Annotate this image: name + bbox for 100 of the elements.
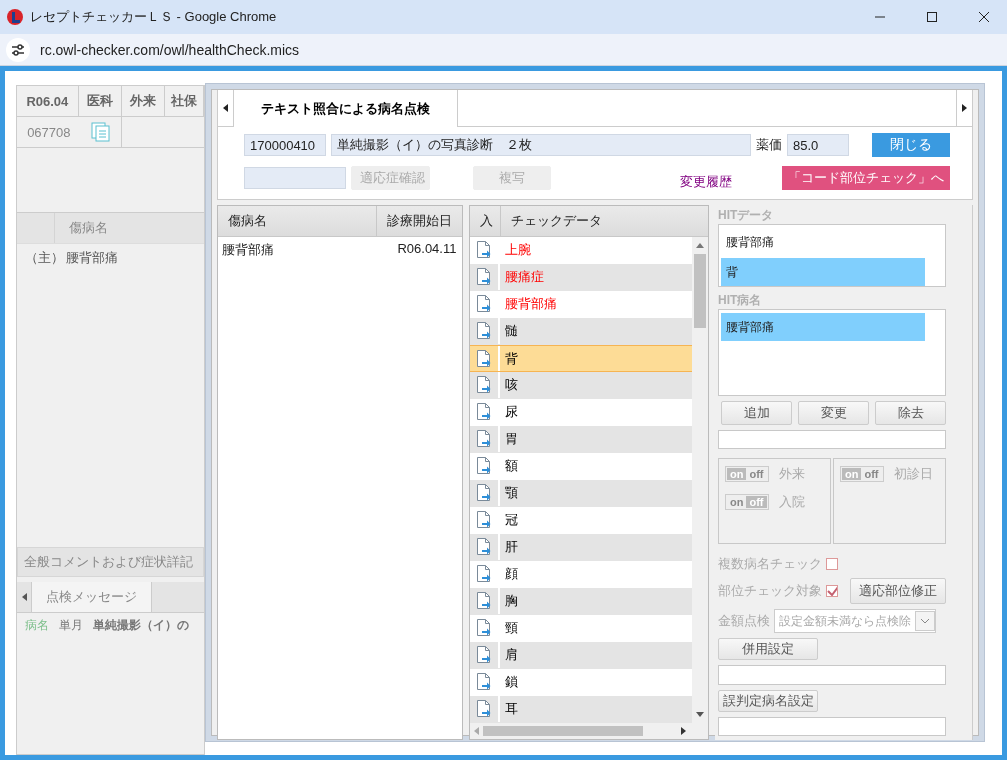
header-cell: 医科 xyxy=(78,86,122,116)
document-arrow-icon[interactable] xyxy=(476,592,493,610)
check-term: 肝 xyxy=(504,538,519,556)
maximize-icon xyxy=(926,11,938,23)
check-term: 腰痛症 xyxy=(504,268,545,286)
document-arrow-icon[interactable] xyxy=(476,268,493,286)
list-row[interactable]: 尿 xyxy=(470,399,692,426)
document-arrow-icon[interactable] xyxy=(476,295,493,313)
column-header: チェックデータ xyxy=(510,212,604,230)
code-site-check-button[interactable]: 「コード部位チェック」へ xyxy=(782,166,950,190)
section-label: HIT病名 xyxy=(718,292,763,309)
site-settings-icon[interactable] xyxy=(6,37,30,62)
checkbox[interactable] xyxy=(826,558,838,571)
check-term: 胃 xyxy=(504,430,519,448)
scrollbar-thumb[interactable] xyxy=(694,254,706,328)
header-cell: R06.04 xyxy=(17,86,79,116)
scrollbar-thumb[interactable] xyxy=(483,726,644,736)
checkbox-label: 部位チェック対象 xyxy=(718,582,822,601)
close-icon xyxy=(978,11,990,23)
edit-button[interactable]: 追加 xyxy=(721,400,792,425)
combined-use-button[interactable]: 併用設定 xyxy=(718,638,818,661)
list-row[interactable]: 咳 xyxy=(470,372,692,399)
check-term: 背 xyxy=(504,349,519,368)
document-arrow-icon[interactable] xyxy=(476,376,493,394)
primary-marker: （主） xyxy=(25,249,64,267)
message-text: 単純撮影（イ）の xyxy=(93,617,189,634)
document-arrow-icon[interactable] xyxy=(476,403,493,421)
check-term: 顔 xyxy=(504,565,519,583)
list-row[interactable]: 冠 xyxy=(470,507,692,534)
indication-field[interactable] xyxy=(244,167,346,189)
check-term: 髄 xyxy=(504,322,519,340)
document-arrow-icon[interactable] xyxy=(476,322,493,340)
scroll-left-icon[interactable] xyxy=(21,593,27,601)
app-logo-icon xyxy=(6,8,24,26)
site-fix-button[interactable]: 適応部位修正 xyxy=(850,578,946,605)
list-row[interactable]: 肩 xyxy=(470,642,692,669)
document-arrow-icon[interactable] xyxy=(476,565,493,583)
list-item[interactable]: 背 xyxy=(721,258,925,286)
address-bar[interactable]: rc.owl-checker.com/owl/healthCheck.mics xyxy=(40,41,300,58)
header-cell: 外来 xyxy=(121,86,165,116)
misjudge-disease-button[interactable]: 誤判定病名設定 xyxy=(718,689,818,712)
document-arrow-icon[interactable] xyxy=(476,457,493,475)
list-item[interactable]: 腰背部痛 xyxy=(721,313,925,341)
document-arrow-icon[interactable] xyxy=(476,484,493,502)
check-term: 肩 xyxy=(504,646,519,664)
check-term: 腰背部痛 xyxy=(504,295,558,313)
column-header: 診療開始日 xyxy=(386,212,454,230)
list-row[interactable]: 背 xyxy=(470,345,692,372)
vertical-scrollbar[interactable] xyxy=(692,237,708,723)
list-row[interactable]: 胃 xyxy=(470,426,692,453)
document-arrow-icon[interactable] xyxy=(476,619,493,637)
list-row[interactable]: 顎 xyxy=(470,480,692,507)
price-field[interactable]: 85.0 xyxy=(787,134,849,156)
document-arrow-icon[interactable] xyxy=(476,646,493,664)
list-row[interactable]: 髄 xyxy=(470,318,692,345)
list-row[interactable]: 胸 xyxy=(470,588,692,615)
code-field[interactable]: 170000410 xyxy=(244,134,326,156)
input-field[interactable] xyxy=(718,429,946,450)
disease-name: 腰背部痛 xyxy=(66,249,118,267)
horizontal-scrollbar[interactable] xyxy=(470,723,708,739)
column-header: 傷病名 xyxy=(68,219,108,237)
toggle-label: 初診日 xyxy=(893,465,933,484)
document-arrow-icon[interactable] xyxy=(476,700,493,718)
header-cell: 社保 xyxy=(164,86,204,116)
receipt-number: 067708 xyxy=(27,124,71,140)
list-item[interactable]: 腰背部痛 xyxy=(721,228,925,256)
document-arrow-icon[interactable] xyxy=(476,430,493,448)
list-row[interactable]: 耳 xyxy=(470,696,692,723)
list-row[interactable]: 上腕 xyxy=(470,237,692,264)
document-arrow-icon[interactable] xyxy=(476,349,493,368)
edit-button[interactable]: 除去 xyxy=(875,400,946,425)
input-field[interactable] xyxy=(718,716,946,737)
check-term: 胸 xyxy=(504,592,519,610)
item-name-field[interactable]: 単純撮影（イ）の写真診断 ２枚 xyxy=(331,134,751,156)
column-header: 傷病名 xyxy=(218,206,378,236)
scroll-right-icon[interactable] xyxy=(681,727,686,735)
check-term: 額 xyxy=(504,457,519,475)
edit-button[interactable]: 変更 xyxy=(798,400,869,425)
check-term: 咳 xyxy=(504,376,519,394)
tab[interactable]: テキスト照合による病名点検 xyxy=(234,90,458,127)
list-row[interactable]: 肝 xyxy=(470,534,692,561)
change-history-link[interactable]: 変更履歴 xyxy=(680,173,732,191)
document-arrow-icon[interactable] xyxy=(476,673,493,691)
chevron-down-icon xyxy=(921,618,929,624)
document-arrow-icon[interactable] xyxy=(476,538,493,556)
price-label: 薬価 xyxy=(756,136,782,154)
scroll-down-icon[interactable] xyxy=(696,712,704,717)
list-row[interactable]: 額 xyxy=(470,453,692,480)
caret-left-icon xyxy=(223,104,228,112)
list-row[interactable]: 腰背部痛 xyxy=(470,291,692,318)
scroll-up-icon[interactable] xyxy=(696,243,704,248)
table-cell-text: R06.04.11 xyxy=(397,241,457,258)
checkbox[interactable] xyxy=(826,585,838,598)
list-row[interactable]: 頸 xyxy=(470,615,692,642)
document-arrow-icon[interactable] xyxy=(476,511,493,529)
list-row[interactable]: 鎖 xyxy=(470,669,692,696)
document-arrow-icon[interactable] xyxy=(476,241,493,259)
list-row[interactable]: 顔 xyxy=(470,561,692,588)
field-label: 金額点検 xyxy=(718,612,770,631)
input-field[interactable] xyxy=(718,665,946,685)
